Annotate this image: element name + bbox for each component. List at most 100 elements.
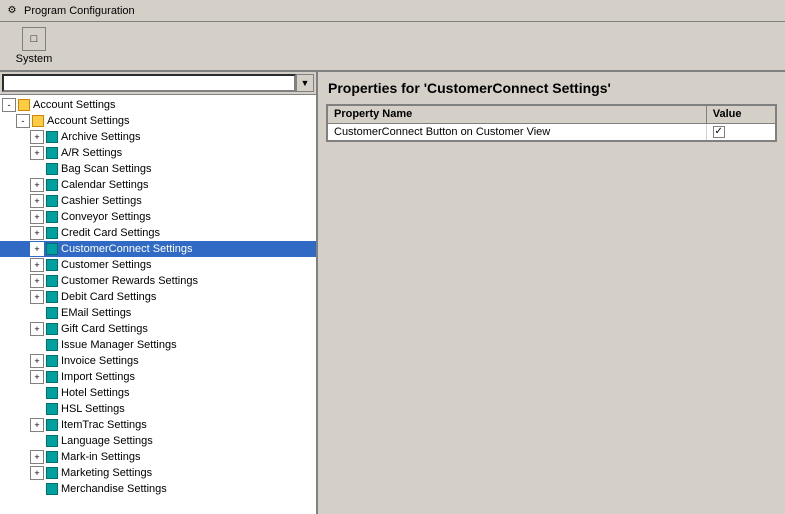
icon-customer bbox=[46, 259, 58, 271]
icon-marketing bbox=[46, 467, 58, 479]
label-hotel: Hotel Settings bbox=[61, 387, 129, 399]
property-name-cell: CustomerConnect Button on Customer View bbox=[327, 123, 706, 141]
tree-item-customer[interactable]: + Customer Settings bbox=[0, 257, 316, 273]
label-ar: A/R Settings bbox=[61, 147, 122, 159]
tree-item-email[interactable]: EMail Settings bbox=[0, 305, 316, 321]
label-email: EMail Settings bbox=[61, 307, 131, 319]
main-container: ▼ - Account Settings - Account Settings … bbox=[0, 72, 785, 514]
expander-cashier[interactable]: + bbox=[30, 194, 44, 208]
tree-item-customer-rewards[interactable]: + Customer Rewards Settings bbox=[0, 273, 316, 289]
search-input[interactable] bbox=[2, 74, 296, 92]
tree-item-marketing[interactable]: + Marketing Settings bbox=[0, 465, 316, 481]
expander-itemtrac[interactable]: + bbox=[30, 418, 44, 432]
properties-table: Property Name Value CustomerConnect Butt… bbox=[326, 104, 777, 142]
tree-container[interactable]: - Account Settings - Account Settings + … bbox=[0, 95, 316, 514]
tree-item-customerconnect[interactable]: + CustomerConnect Settings bbox=[0, 241, 316, 257]
property-value-cell[interactable]: ✓ bbox=[706, 123, 776, 141]
icon-email bbox=[46, 307, 58, 319]
label-merchandise: Merchandise Settings bbox=[61, 483, 167, 495]
expander-debit-card[interactable]: + bbox=[30, 290, 44, 304]
icon-itemtrac bbox=[46, 419, 58, 431]
tree-item-bag-scan[interactable]: Bag Scan Settings bbox=[0, 161, 316, 177]
label-conveyor: Conveyor Settings bbox=[61, 211, 151, 223]
app-icon: ⚙ bbox=[4, 3, 20, 19]
label-archive: Archive Settings bbox=[61, 131, 140, 143]
expander-invoice[interactable]: + bbox=[30, 354, 44, 368]
icon-mark-in bbox=[46, 451, 58, 463]
label-customerconnect: CustomerConnect Settings bbox=[61, 243, 192, 255]
tree-item-conveyor[interactable]: + Conveyor Settings bbox=[0, 209, 316, 225]
label-invoice: Invoice Settings bbox=[61, 355, 139, 367]
tree-item-debit-card[interactable]: + Debit Card Settings bbox=[0, 289, 316, 305]
tree-item-issue-manager[interactable]: Issue Manager Settings bbox=[0, 337, 316, 353]
label-issue-manager: Issue Manager Settings bbox=[61, 339, 177, 351]
search-dropdown[interactable]: ▼ bbox=[296, 74, 314, 92]
icon-import bbox=[46, 371, 58, 383]
label-cashier: Cashier Settings bbox=[61, 195, 142, 207]
spacer-hotel bbox=[30, 386, 44, 400]
label-import: Import Settings bbox=[61, 371, 135, 383]
expander-gift-card[interactable]: + bbox=[30, 322, 44, 336]
label-customer: Customer Settings bbox=[61, 259, 151, 271]
tree-item-itemtrac[interactable]: + ItemTrac Settings bbox=[0, 417, 316, 433]
toolbar: □ System bbox=[0, 22, 785, 72]
left-panel: ▼ - Account Settings - Account Settings … bbox=[0, 72, 318, 514]
spacer-language bbox=[30, 434, 44, 448]
tree-item-ar[interactable]: + A/R Settings bbox=[0, 145, 316, 161]
spacer-issue-manager bbox=[30, 338, 44, 352]
tree-item-credit-card[interactable]: + Credit Card Settings bbox=[0, 225, 316, 241]
tree-item-mark-in[interactable]: + Mark-in Settings bbox=[0, 449, 316, 465]
icon-gift-card bbox=[46, 323, 58, 335]
search-bar: ▼ bbox=[0, 72, 316, 95]
tree-item-language[interactable]: Language Settings bbox=[0, 433, 316, 449]
tree-item-hotel[interactable]: Hotel Settings bbox=[0, 385, 316, 401]
expander-marketing[interactable]: + bbox=[30, 466, 44, 480]
right-panel: Properties for 'CustomerConnect Settings… bbox=[318, 72, 785, 514]
icon-debit-card bbox=[46, 291, 58, 303]
icon-hotel bbox=[46, 387, 58, 399]
icon-merchandise bbox=[46, 483, 58, 495]
panel-title: Properties for 'CustomerConnect Settings… bbox=[318, 72, 785, 104]
icon-cashier bbox=[46, 195, 58, 207]
tree-item-merchandise[interactable]: Merchandise Settings bbox=[0, 481, 316, 497]
tree-item-import[interactable]: + Import Settings bbox=[0, 369, 316, 385]
label-hsl: HSL Settings bbox=[61, 403, 125, 415]
expander-import[interactable]: + bbox=[30, 370, 44, 384]
label-language: Language Settings bbox=[61, 435, 153, 447]
expander-customer[interactable]: + bbox=[30, 258, 44, 272]
icon-customerconnect bbox=[46, 243, 58, 255]
expander-account-settings[interactable]: - bbox=[16, 114, 30, 128]
tree-root[interactable]: - Account Settings bbox=[0, 97, 316, 113]
tree-item-gift-card[interactable]: + Gift Card Settings bbox=[0, 321, 316, 337]
expander-calendar[interactable]: + bbox=[30, 178, 44, 192]
title-bar-text: Program Configuration bbox=[24, 5, 135, 17]
expander-mark-in[interactable]: + bbox=[30, 450, 44, 464]
expander-customer-rewards[interactable]: + bbox=[30, 274, 44, 288]
expander-conveyor[interactable]: + bbox=[30, 210, 44, 224]
system-icon: □ bbox=[22, 27, 46, 51]
checkbox-mark[interactable]: ✓ bbox=[713, 126, 725, 138]
label-marketing: Marketing Settings bbox=[61, 467, 152, 479]
tree-item-archive[interactable]: + Archive Settings bbox=[0, 129, 316, 145]
label-debit-card: Debit Card Settings bbox=[61, 291, 156, 303]
expander-ar[interactable]: + bbox=[30, 146, 44, 160]
icon-bag-scan bbox=[46, 163, 58, 175]
root-label: Account Settings bbox=[33, 99, 116, 111]
icon-customer-rewards bbox=[46, 275, 58, 287]
label-customer-rewards: Customer Rewards Settings bbox=[61, 275, 198, 287]
table-row: CustomerConnect Button on Customer View … bbox=[327, 123, 776, 141]
icon-archive bbox=[46, 131, 58, 143]
expander-customerconnect[interactable]: + bbox=[30, 242, 44, 256]
tree-item-hsl[interactable]: HSL Settings bbox=[0, 401, 316, 417]
root-expander[interactable]: - bbox=[2, 98, 16, 112]
tree-item-cashier[interactable]: + Cashier Settings bbox=[0, 193, 316, 209]
checkbox-container[interactable]: ✓ bbox=[713, 126, 769, 138]
tree-item-calendar[interactable]: + Calendar Settings bbox=[0, 177, 316, 193]
expander-archive[interactable]: + bbox=[30, 130, 44, 144]
icon-credit-card bbox=[46, 227, 58, 239]
system-button[interactable]: □ System bbox=[4, 25, 64, 67]
expander-credit-card[interactable]: + bbox=[30, 226, 44, 240]
tree-item-invoice[interactable]: + Invoice Settings bbox=[0, 353, 316, 369]
tree-item-account-settings[interactable]: - Account Settings bbox=[0, 113, 316, 129]
icon-language bbox=[46, 435, 58, 447]
